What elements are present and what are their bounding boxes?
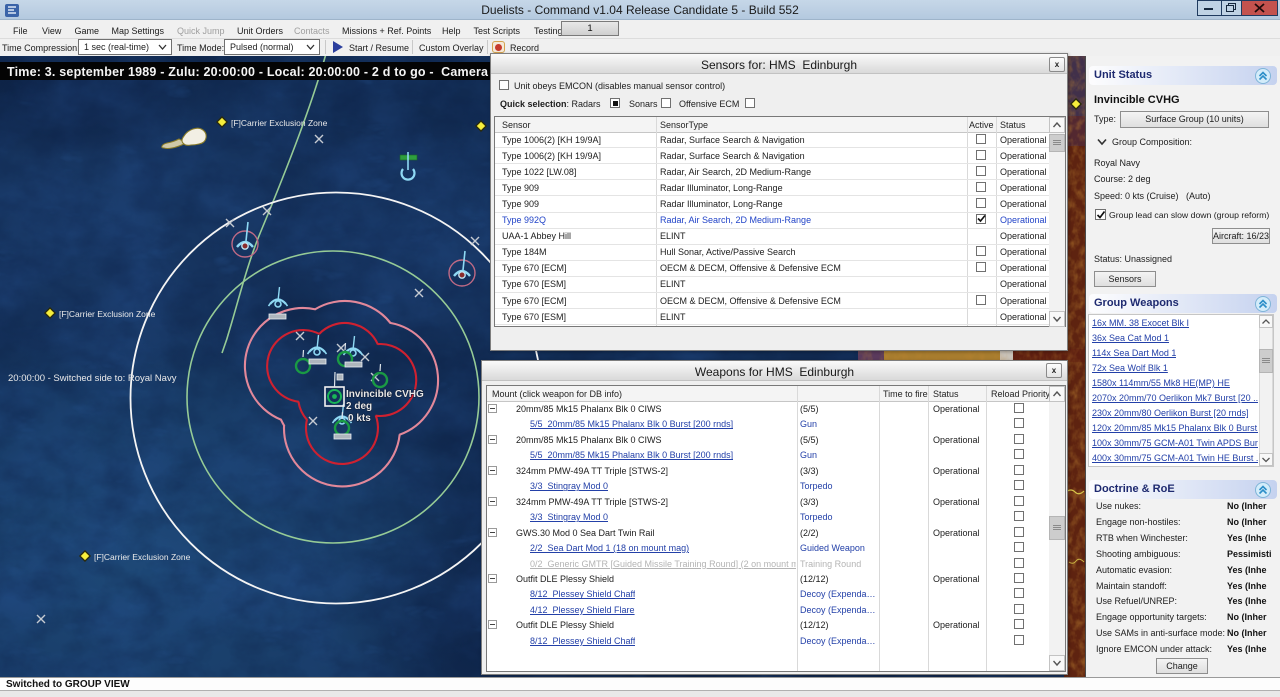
svg-text:20:00:00 - Switched side to: R: 20:00:00 - Switched side to: Royal Navy — [8, 373, 177, 384]
svg-text:0 kts: 0 kts — [348, 413, 371, 424]
svg-text:Invincible CVHG: Invincible CVHG — [346, 389, 424, 400]
svg-text:[F]Carrier Exclusion Zone: [F]Carrier Exclusion Zone — [231, 118, 328, 128]
svg-text:[F]Carrier Exclusion Zone: [F]Carrier Exclusion Zone — [94, 552, 191, 562]
svg-text:2 deg: 2 deg — [346, 401, 372, 412]
svg-text:[F]Carrier Exclusion Zone: [F]Carrier Exclusion Zone — [59, 309, 156, 319]
